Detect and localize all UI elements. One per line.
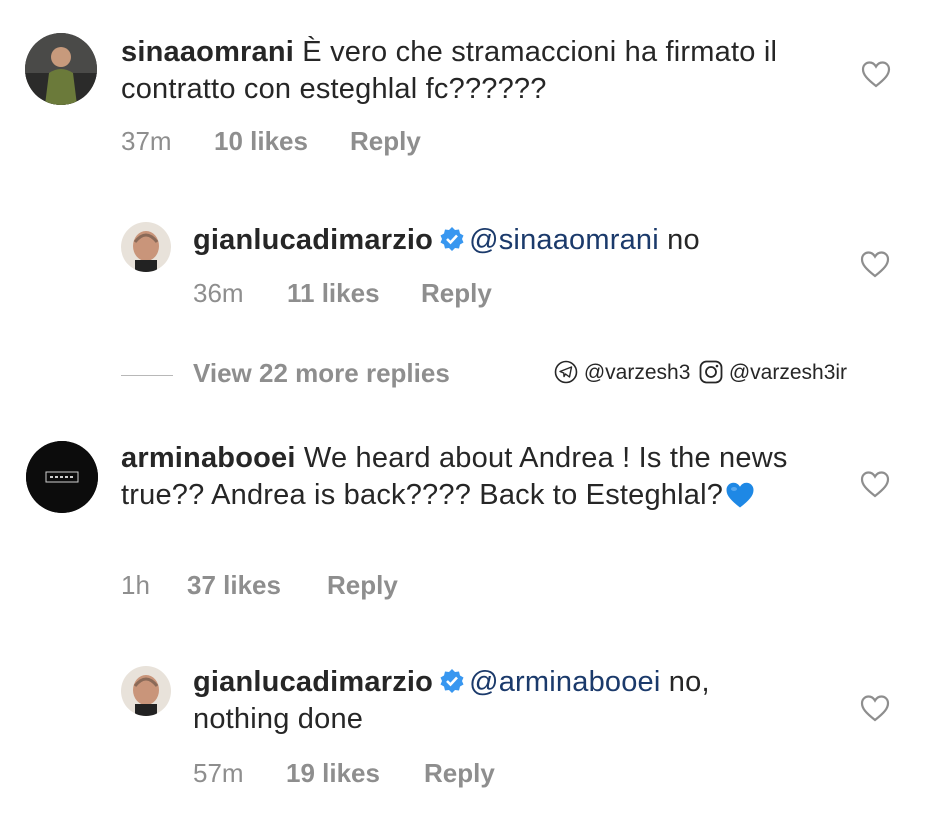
comment-text: gianlucadimarzio @arminabooei no, nothin… <box>193 664 793 738</box>
view-more-replies[interactable]: View 22 more replies @varzesh3 @varzesh3… <box>121 358 911 392</box>
timestamp: 37m <box>121 126 172 156</box>
instagram-icon <box>699 360 723 384</box>
comment-text: gianlucadimarzio @sinaaomrani no <box>193 222 833 259</box>
reply-button[interactable]: Reply <box>350 126 421 157</box>
comment-text: sinaaomrani È vero che stramaccioni ha f… <box>121 34 841 108</box>
avatar[interactable] <box>25 33 97 105</box>
verified-badge-icon <box>440 227 464 251</box>
avatar[interactable] <box>121 222 171 272</box>
avatar-photo <box>25 33 97 105</box>
username[interactable]: gianlucadimarzio <box>193 224 433 256</box>
heart-icon[interactable] <box>861 60 891 88</box>
avatar[interactable] <box>26 441 98 513</box>
mention-link[interactable]: @sinaaomrani <box>469 224 659 256</box>
watermark-telegram: @varzesh3 <box>554 360 690 385</box>
heart-icon[interactable] <box>860 470 890 498</box>
timestamp: 36m <box>193 278 244 308</box>
timestamp: 57m <box>193 758 244 788</box>
avatar-photo <box>121 222 171 272</box>
mention-link[interactable]: @arminabooei <box>469 666 660 698</box>
reply-button[interactable]: Reply <box>424 758 495 789</box>
divider-line <box>121 375 173 376</box>
comment-text: arminabooei We heard about Andrea ! Is t… <box>121 440 841 514</box>
avatar[interactable] <box>121 666 171 716</box>
heart-icon[interactable] <box>860 250 890 278</box>
username[interactable]: gianlucadimarzio <box>193 666 433 698</box>
avatar-photo <box>121 666 171 716</box>
heart-icon[interactable] <box>860 694 890 722</box>
verified-badge-icon <box>440 669 464 693</box>
telegram-icon <box>554 360 578 384</box>
watermark-instagram: @varzesh3ir <box>699 360 847 385</box>
blue-heart-emoji-icon <box>726 482 754 508</box>
view-more-label[interactable]: View 22 more replies <box>193 358 450 389</box>
likes-count[interactable]: 37 likes <box>187 570 281 601</box>
instagram-handle: @varzesh3ir <box>728 361 848 384</box>
avatar-logo <box>26 441 98 513</box>
likes-count[interactable]: 11 likes <box>287 278 380 309</box>
reply-button[interactable]: Reply <box>421 278 492 309</box>
comment-body: no <box>658 224 700 256</box>
timestamp: 1h <box>121 570 150 600</box>
likes-count[interactable]: 19 likes <box>286 758 380 789</box>
telegram-handle: @varzesh3 <box>583 361 691 384</box>
reply-button[interactable]: Reply <box>327 570 398 601</box>
likes-count[interactable]: 10 likes <box>214 126 308 157</box>
username[interactable]: arminabooei <box>121 442 296 474</box>
username[interactable]: sinaaomrani <box>121 36 294 68</box>
